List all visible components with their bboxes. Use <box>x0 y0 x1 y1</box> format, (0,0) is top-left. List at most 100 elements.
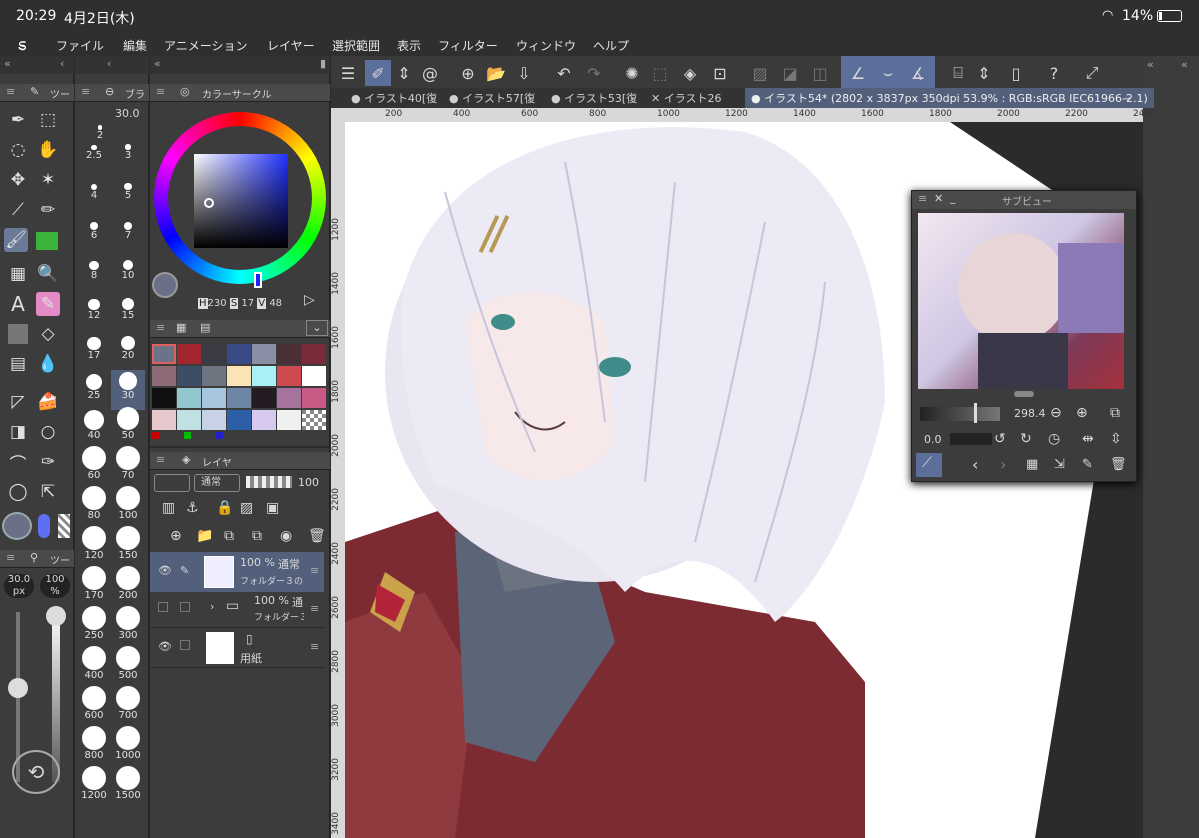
color-picker-cursor[interactable] <box>204 198 214 208</box>
menu-edit[interactable]: 編集 <box>123 37 147 54</box>
panel-menu-icon[interactable]: ≡ <box>156 321 165 334</box>
merge-layer-icon[interactable]: ⧉ <box>252 528 262 544</box>
hue-cursor[interactable] <box>254 272 262 288</box>
layer-tool-icon[interactable] <box>8 324 28 344</box>
snap-ruler-icon[interactable]: ∠ <box>845 60 871 86</box>
palette-swatch[interactable] <box>227 366 251 386</box>
size-slider-thumb[interactable] <box>8 678 28 698</box>
brush-size-option[interactable]: 800 <box>77 726 111 770</box>
canvas-icon[interactable]: ⌸ <box>945 60 971 86</box>
palette-swatch[interactable] <box>277 410 301 430</box>
palette-swatch[interactable] <box>152 344 176 364</box>
brush-size-option[interactable]: 250 <box>77 606 111 650</box>
snap-special-icon[interactable]: ⌣ <box>875 60 901 86</box>
brush-size-option[interactable]: 600 <box>77 686 111 730</box>
color-history-tab-icon[interactable]: ▤ <box>200 321 210 334</box>
panel-grip-icon[interactable]: ▮ <box>320 57 326 70</box>
rotate-slider[interactable] <box>950 433 992 445</box>
fit-view-icon[interactable]: ⧉ <box>1110 405 1120 421</box>
pen-tool-icon[interactable]: ✒ <box>6 108 30 132</box>
layer-color-select[interactable] <box>154 474 190 492</box>
edit-target-toggle[interactable] <box>180 602 190 612</box>
brush-size-option[interactable]: 6 <box>77 210 111 250</box>
modify-tool-icon[interactable]: ✐ <box>365 60 391 86</box>
invert-selection-icon[interactable]: ◪ <box>777 60 803 86</box>
flip-horizontal-icon[interactable]: ⇹ <box>1082 431 1094 447</box>
curve-icon[interactable]: ⌒ <box>6 450 30 475</box>
palette-swatch[interactable] <box>152 388 176 408</box>
layer-row[interactable]: › ▭ 100 % 通 フォルダー３ ≡ <box>150 592 324 628</box>
brush-size-option[interactable]: 20 <box>111 330 145 370</box>
subview-reference-image[interactable] <box>918 213 1124 389</box>
collapse-left-icon[interactable]: « <box>154 57 161 70</box>
layer-handle-icon[interactable]: ≡ <box>310 564 319 577</box>
eye-icon[interactable]: 👁 <box>158 640 172 653</box>
menu-file[interactable]: ファイル <box>56 37 104 54</box>
brush-size-option[interactable]: 7 <box>111 210 145 250</box>
blend-icon[interactable]: 💧 <box>36 352 60 376</box>
zoom-out-icon[interactable]: ⊖ <box>1050 405 1062 421</box>
brush-size-option[interactable]: 1200 <box>77 766 111 810</box>
palette-swatch[interactable] <box>252 344 276 364</box>
menu-filter[interactable]: フィルター <box>438 37 498 54</box>
brush-size-option[interactable]: 30 <box>111 370 145 410</box>
brush-size-option[interactable]: 100 <box>111 486 145 530</box>
palette-swatch[interactable] <box>302 410 326 430</box>
new-layer-icon[interactable]: ⊕ <box>170 528 182 544</box>
zoom-slider[interactable] <box>920 407 1000 421</box>
palette-swatch[interactable] <box>227 388 251 408</box>
zoom-in-icon[interactable]: ⊕ <box>1076 405 1088 421</box>
copy-layer-icon[interactable]: ⧉ <box>224 528 234 544</box>
palette-swatch[interactable] <box>177 366 201 386</box>
rotate-right-icon[interactable]: ↻ <box>1020 431 1032 447</box>
app-logo-icon[interactable]: ಽ <box>18 35 26 55</box>
vector-pen-icon[interactable]: ✑ <box>36 450 60 474</box>
doc-tab[interactable]: ✕ イラスト26 <box>651 90 722 108</box>
palette-swatch[interactable] <box>277 366 301 386</box>
current-color-swatch[interactable] <box>152 272 178 298</box>
panel-menu-icon[interactable]: ≡ <box>81 85 90 98</box>
brush-size-option[interactable]: 1000 <box>111 726 145 770</box>
delete-image-icon[interactable]: 🗑 <box>1110 457 1127 472</box>
brush-size-option[interactable]: 200 <box>111 566 145 610</box>
reset-rotate-icon[interactable]: ◷ <box>1048 431 1060 447</box>
chevron-right-icon[interactable]: › <box>1000 455 1006 474</box>
brush-size-option[interactable]: 3 <box>111 130 145 170</box>
brush-size-option[interactable]: 60 <box>77 446 111 490</box>
fill-tool-icon[interactable] <box>36 232 58 250</box>
chevron-left-icon[interactable]: ‹ <box>972 455 978 474</box>
quick-access-icon[interactable]: ⟲ <box>12 750 60 794</box>
help-icon[interactable]: ? <box>1041 60 1067 86</box>
eraser-icon[interactable]: ◇ <box>36 322 60 346</box>
main-color-swatch[interactable] <box>2 512 32 540</box>
palette-swatch[interactable] <box>202 388 226 408</box>
color-set-tab-icon[interactable]: ▦ <box>176 321 186 334</box>
lock-icon[interactable]: 🔒 <box>216 500 233 516</box>
palette-swatch[interactable] <box>202 366 226 386</box>
brush-size-option[interactable]: 2.5 <box>77 130 111 170</box>
layer-handle-icon[interactable]: ≡ <box>310 640 319 653</box>
menu-layer[interactable]: レイヤー <box>267 37 315 54</box>
brush-size-option[interactable]: 400 <box>77 646 111 690</box>
brush-size-option[interactable]: 500 <box>111 646 145 690</box>
palette-swatch[interactable] <box>177 344 201 364</box>
loading-icon[interactable]: ✺ <box>619 60 645 86</box>
balloon-icon[interactable]: ◯ <box>6 480 30 504</box>
panel-menu-icon[interactable]: ≡ <box>918 192 927 205</box>
image-list-icon[interactable]: ▦ <box>1026 457 1038 472</box>
spiral-icon[interactable]: @ <box>417 60 443 86</box>
decoration-icon[interactable]: 🍰 <box>36 390 60 414</box>
color-mode-icon[interactable]: ▷ <box>304 292 315 308</box>
undo-icon[interactable]: ↶ <box>551 60 577 86</box>
brush-size-option[interactable]: 40 <box>77 409 111 450</box>
eyedropper-icon[interactable]: ⟋ <box>6 198 30 222</box>
brush-size-option[interactable]: 5 <box>111 170 145 210</box>
palette-swatch[interactable] <box>152 410 176 430</box>
zoom-slider-thumb[interactable] <box>974 403 977 423</box>
collapse-left-icon[interactable]: ‹ <box>107 57 111 70</box>
grid-tool-icon[interactable]: ▦ <box>6 262 30 286</box>
opacity-slider-thumb[interactable] <box>46 606 66 626</box>
palette-swatch[interactable] <box>277 344 301 364</box>
fullscreen-icon[interactable]: ⤢ <box>1079 60 1105 86</box>
eye-icon[interactable]: 👁 <box>158 564 172 577</box>
